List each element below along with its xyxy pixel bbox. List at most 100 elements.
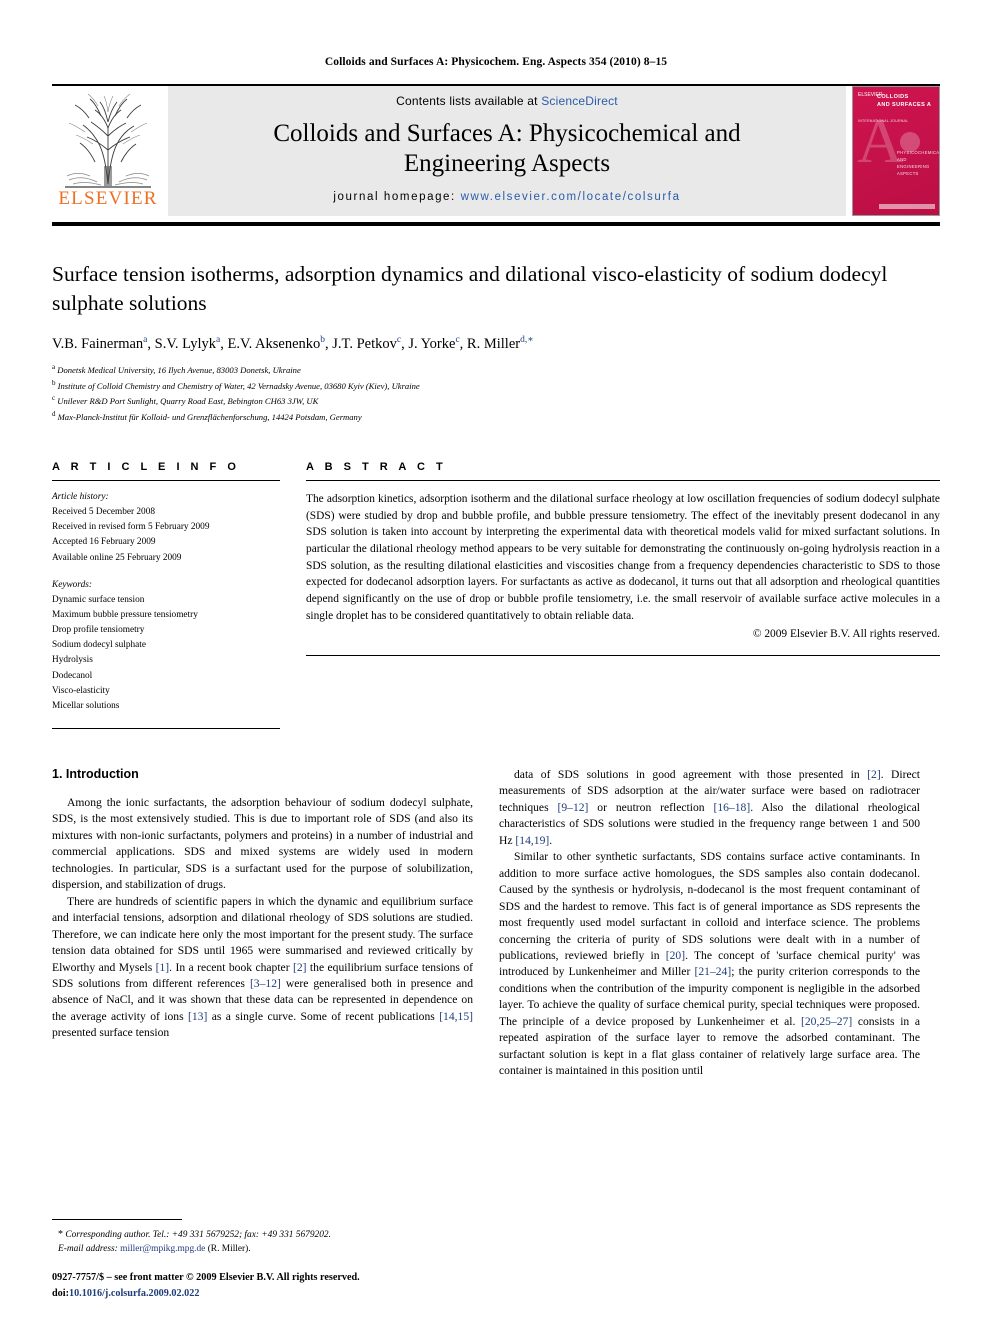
keyword-item: Drop profile tensiometry xyxy=(52,625,145,636)
intro-right-paragraphs: data of SDS solutions in good agreement … xyxy=(499,767,920,1080)
article-history-items: Received 5 December 2008 Received in revi… xyxy=(52,505,280,566)
affiliation-marker: b xyxy=(52,378,56,387)
affiliation-item: a Donetsk Medical University, 16 Ilych A… xyxy=(52,362,301,375)
intro-left-paragraphs: Among the ionic surfactants, the adsorpt… xyxy=(52,795,473,1042)
journal-title-line-2: Engineering Aspects xyxy=(403,149,611,177)
article-history-item: Accepted 16 February 2009 xyxy=(52,537,156,548)
keywords-block: Keywords: Dynamic surface tension Maximum… xyxy=(52,566,280,714)
article-info-heading: A R T I C L E I N F O xyxy=(52,461,240,474)
affiliation-item: c Unilever R&D Port Sunlight, Quarry Roa… xyxy=(52,394,319,407)
abstract-column: A B S T R A C T The adsorption kinetics,… xyxy=(306,461,940,729)
reference-citation[interactable]: [2] xyxy=(867,768,881,781)
homepage-label: journal homepage: xyxy=(333,191,456,203)
keyword-item: Dodecanol xyxy=(52,670,93,681)
journal-homepage-line: journal homepage: www.elsevier.com/locat… xyxy=(333,191,680,203)
keywords-label: Keywords: xyxy=(52,579,92,590)
article-info-column: A R T I C L E I N F O Article history: R… xyxy=(52,461,280,729)
abstract-heading: A B S T R A C T xyxy=(306,461,447,474)
contents-prefix-label: Contents lists available at xyxy=(396,94,542,108)
abstract-text: The adsorption kinetics, adsorption isot… xyxy=(306,493,940,622)
doi-line: doi:10.1016/j.colsurfa.2009.02.022 xyxy=(52,1286,572,1301)
cover-title-line-1: COLLOIDS xyxy=(877,94,909,100)
body-columns: 1. Introduction Among the ionic surfacta… xyxy=(52,767,940,1080)
corresponding-author-note: * Corresponding author. Tel.: +49 331 56… xyxy=(52,1227,473,1243)
elsevier-logo: ELSEVIER xyxy=(52,86,164,216)
reference-citation[interactable]: [3–12] xyxy=(250,977,281,990)
reference-citation[interactable]: [9–12] xyxy=(557,801,588,814)
body-paragraph: There are hundreds of scientific papers … xyxy=(52,894,474,1040)
elsevier-tree-icon xyxy=(65,92,151,188)
article-title-block: Surface tension isotherms, adsorption dy… xyxy=(52,260,940,425)
homepage-url-link[interactable]: www.elsevier.com/locate/colsurfa xyxy=(461,191,681,203)
keyword-item: Maximum bubble pressure tensiometry xyxy=(52,610,198,620)
affiliation-marker: a xyxy=(52,362,56,371)
article-history-label: Article history: xyxy=(52,492,109,503)
affiliation-list: a Donetsk Medical University, 16 Ilych A… xyxy=(52,362,940,425)
author-list: V.B. Fainermana, S.V. Lylyka, E.V. Aksen… xyxy=(52,334,534,352)
info-abstract-section: A R T I C L E I N F O Article history: R… xyxy=(52,461,940,729)
keywords-items: Dynamic surface tension Maximum bubble pr… xyxy=(52,593,280,714)
footnote-rule xyxy=(52,1218,182,1220)
reference-citation[interactable]: [14,15] xyxy=(439,1010,473,1023)
journal-masthead: ELSEVIER Contents lists available at Sci… xyxy=(52,84,940,216)
journal-title-line-1: Colloids and Surfaces A: Physicochemical… xyxy=(273,120,741,147)
keyword-item: Sodium dodecyl sulphate xyxy=(52,640,146,651)
affiliation-item: d Max-Planck-Institut für Kolloid- und G… xyxy=(52,410,362,423)
reference-citation[interactable]: [21–24] xyxy=(695,965,732,978)
keyword-item: Dynamic surface tension xyxy=(52,594,145,605)
email-note: E-mail address: miller@mpikg.mpg.de (R. … xyxy=(52,1242,473,1257)
reference-citation[interactable]: [20] xyxy=(666,949,685,962)
article-history-item: Received in revised form 5 February 2009 xyxy=(52,522,210,533)
body-column-left: 1. Introduction Among the ionic surfacta… xyxy=(52,767,473,1080)
journal-title: Colloids and Surfaces A: Physicochemical… xyxy=(273,119,740,178)
cover-subtitle-line-2: AND ENGINEERING xyxy=(897,157,930,170)
doi-label: doi: xyxy=(52,1287,69,1299)
journal-cover-thumbnail: ELSEVIER INTERNATIONAL JOURNAL COLLOIDS … xyxy=(852,86,940,216)
keyword-item: Visco-elasticity xyxy=(52,685,110,696)
keyword-item: Hydrolysis xyxy=(52,655,93,666)
reference-citation[interactable]: [13] xyxy=(188,1010,207,1023)
abstract-body: The adsorption kinetics, adsorption isot… xyxy=(306,481,940,643)
keyword-item: Micellar solutions xyxy=(52,700,120,711)
cover-subtitle: PHYSICOCHEMICAL AND ENGINEERING ASPECTS xyxy=(897,149,939,178)
email-label: E-mail address: xyxy=(58,1244,118,1255)
reference-citation[interactable]: [1] xyxy=(156,961,170,974)
elsevier-wordmark: ELSEVIER xyxy=(58,188,158,209)
article-info-rule-bottom xyxy=(52,727,280,729)
reference-citation[interactable]: [14,19] xyxy=(515,834,549,847)
doi-link[interactable]: 10.1016/j.colsurfa.2009.02.022 xyxy=(69,1288,199,1299)
reference-citation[interactable]: [16–18] xyxy=(713,801,750,814)
masthead-bottom-rule xyxy=(52,222,940,226)
corresponding-author-text: Corresponding author. Tel.: +49 331 5679… xyxy=(65,1229,331,1240)
section-heading-introduction: 1. Introduction xyxy=(52,766,139,781)
body-column-right: data of SDS solutions in good agreement … xyxy=(499,767,920,1080)
body-paragraph: data of SDS solutions in good agreement … xyxy=(499,767,921,847)
reference-citation[interactable]: [2] xyxy=(293,961,307,974)
cover-subtitle-line-3: ASPECTS xyxy=(897,171,919,177)
abstract-copyright: © 2009 Elsevier B.V. All rights reserved… xyxy=(752,628,940,641)
body-paragraph: Among the ionic surfactants, the adsorpt… xyxy=(52,795,473,892)
cover-footer-bar xyxy=(879,204,935,209)
email-attribution: (R. Miller). xyxy=(207,1244,251,1255)
sciencedirect-link[interactable]: ScienceDirect xyxy=(541,94,618,108)
asterisk-icon: * xyxy=(58,1228,63,1240)
page-title: Surface tension isotherms, adsorption dy… xyxy=(52,262,888,315)
issn-line: 0927-7757/$ – see front matter © 2009 El… xyxy=(52,1272,360,1284)
body-paragraph: Similar to other synthetic surfactants, … xyxy=(499,850,921,1078)
affiliation-marker: c xyxy=(52,394,56,403)
article-history-block: Article history: Received 5 December 200… xyxy=(52,481,280,566)
affiliation-marker: d xyxy=(52,410,56,419)
affiliation-item: b Institute of Colloid Chemistry and Che… xyxy=(52,378,420,391)
journal-article-page: Colloids and Surfaces A: Physicochem. En… xyxy=(0,0,992,1323)
contents-list-line: Contents lists available at ScienceDirec… xyxy=(396,94,618,108)
running-head: Colloids and Surfaces A: Physicochem. En… xyxy=(324,56,668,68)
article-history-item: Received 5 December 2008 xyxy=(52,507,155,518)
footnote-block: * Corresponding author. Tel.: +49 331 56… xyxy=(52,1218,473,1257)
email-link[interactable]: miller@mpikg.mpg.de xyxy=(120,1244,205,1254)
cover-subtitle-line-1: PHYSICOCHEMICAL xyxy=(897,150,940,155)
abstract-rule-bottom xyxy=(306,654,940,656)
imprint-block: 0927-7757/$ – see front matter © 2009 El… xyxy=(52,1270,572,1301)
article-history-item: Available online 25 February 2009 xyxy=(52,552,182,563)
reference-citation[interactable]: [20,25–27] xyxy=(801,1015,852,1028)
journal-info-box: Contents lists available at ScienceDirec… xyxy=(168,86,846,216)
